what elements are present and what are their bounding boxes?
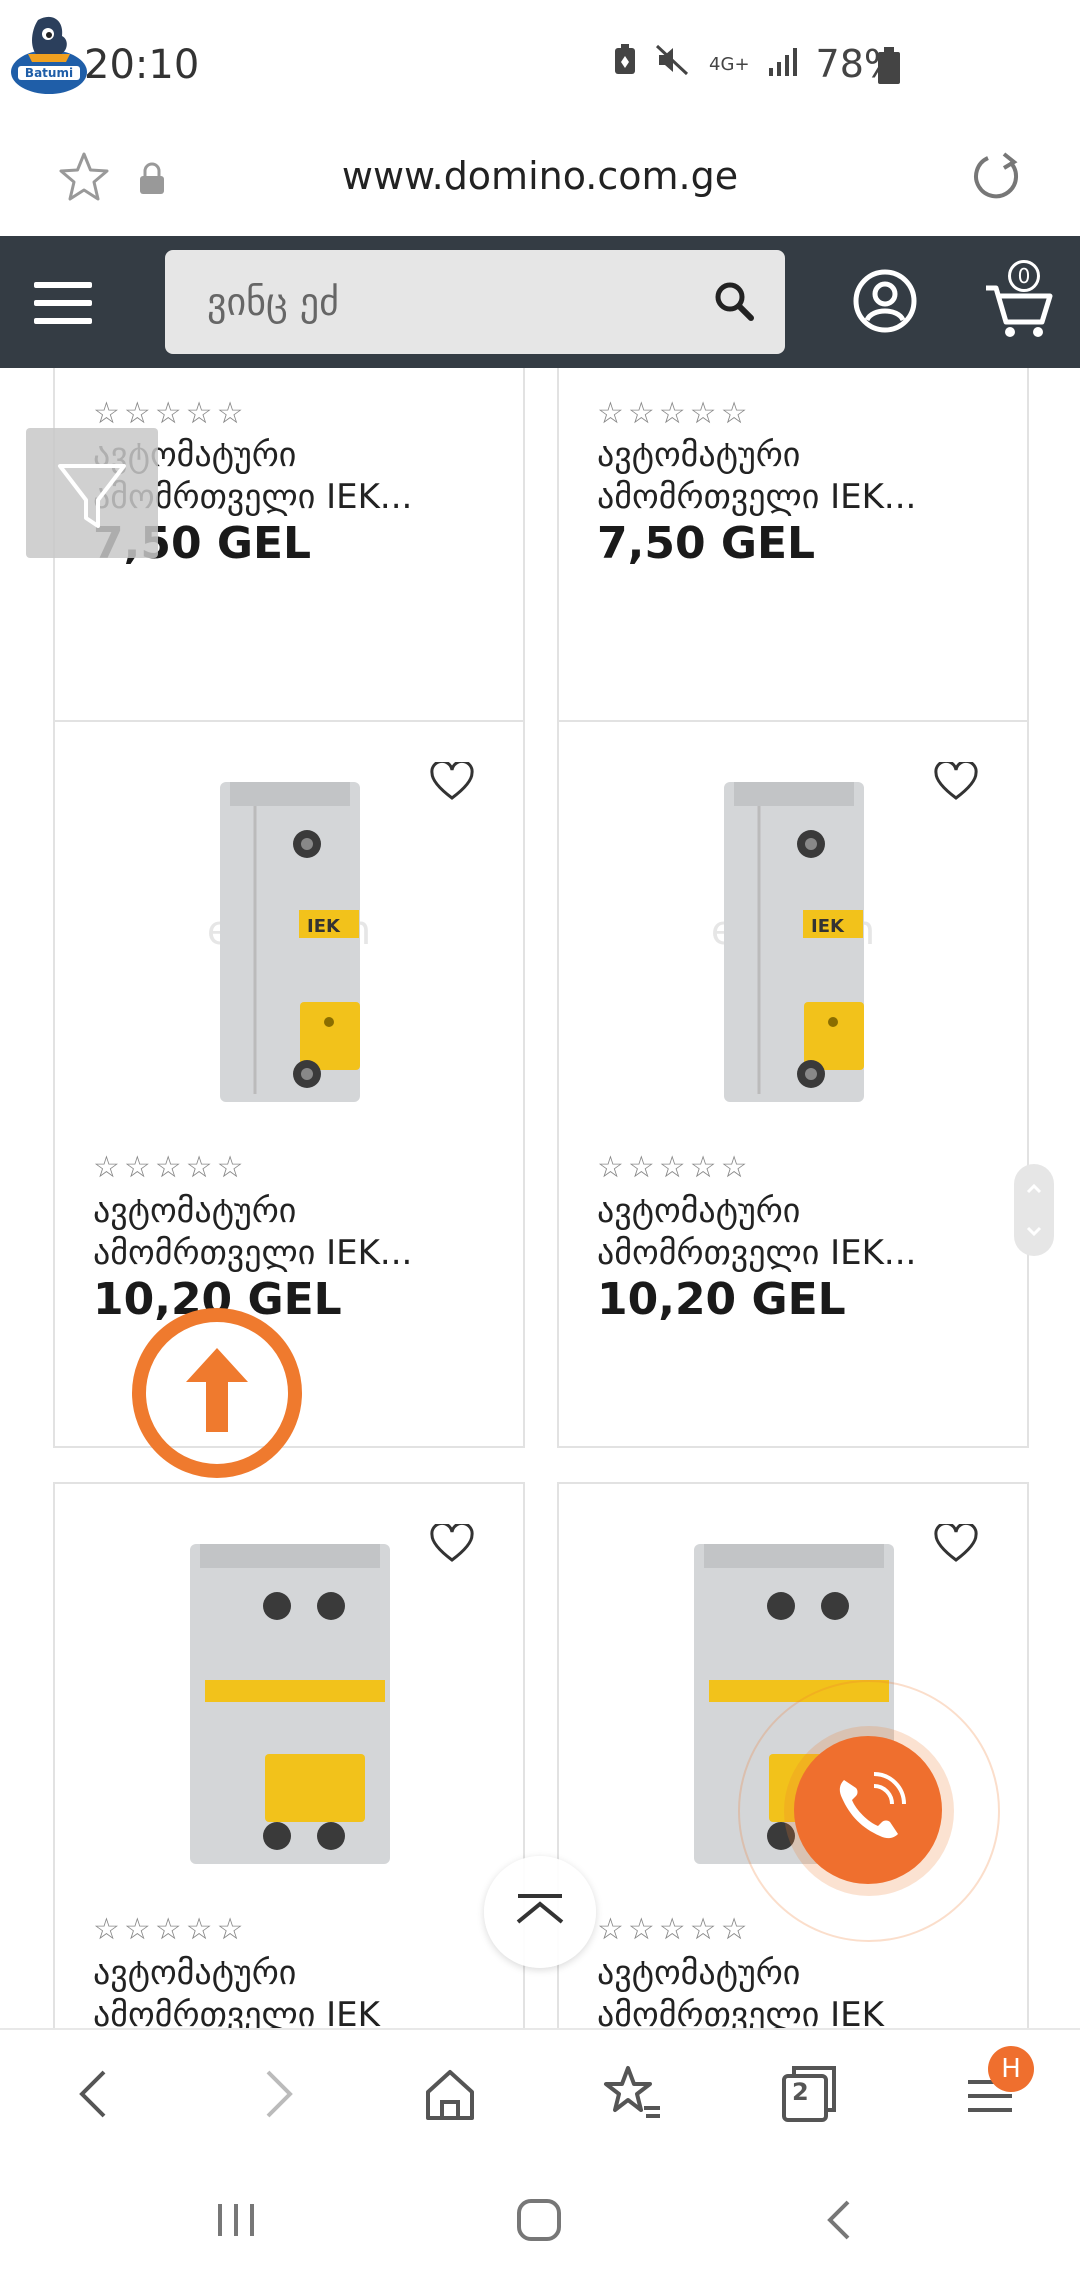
filter-button[interactable] [26,428,158,558]
chevron-left-icon [79,2070,106,2118]
rating-stars: ☆☆☆☆☆ [93,1150,248,1185]
product-title[interactable]: ავტომატური ამომრთველი IEK [597,1952,997,2028]
chevron-right-icon [266,2070,293,2118]
chevron-up-icon [516,1894,564,1924]
tabs-button[interactable]: 2 [780,2062,840,2130]
product-card[interactable]: ☆☆☆☆☆ ავტომატური ამომრთველი IEK [53,1482,525,2028]
svg-text:IEK: IEK [307,916,341,937]
browser-url-bar: www.domino.com.ge [0,130,1080,236]
filter-icon [58,464,126,528]
product-card[interactable]: emarsm IEK ☆☆☆☆☆ ავტომატური ამომრთველი I… [557,720,1029,1448]
rating-stars: ☆☆☆☆☆ [93,1912,248,1947]
svg-text:IEK: IEK [811,916,845,937]
arrow-up-icon [186,1348,248,1432]
bookmarks-button[interactable] [600,2062,664,2130]
url-text[interactable]: www.domino.com.ge [0,154,1080,198]
wishlist-heart-icon[interactable] [430,759,474,806]
product-title[interactable]: ავტომატური ამომრთველი IEK... [597,1190,997,1274]
tabs-icon [782,2066,836,2122]
call-button[interactable] [784,1726,954,1896]
recent-apps-icon[interactable] [212,2200,262,2244]
menu-notification-badge: H [988,2046,1034,2092]
back-nav-icon[interactable] [820,2196,860,2248]
rating-stars: ☆☆☆☆☆ [93,396,248,431]
signal-icon [768,44,798,85]
reload-icon[interactable] [966,148,1026,212]
product-title[interactable]: ავტომატური ამომრთველი IEK... [597,434,997,518]
search-input[interactable] [207,250,707,354]
scroll-handle[interactable] [1014,1164,1054,1256]
product-price: 7,50 GEL [597,518,816,569]
mute-icon [655,44,691,85]
product-title[interactable]: ავტომატური ამომრთველი IEK [93,1952,493,2028]
bookmarks-star-icon [604,2066,660,2118]
tabs-count: 2 [792,2078,809,2106]
scroll-to-top-button[interactable] [484,1856,596,1968]
home-icon [426,2070,474,2120]
home-nav-icon[interactable] [514,2196,564,2248]
cart-button[interactable]: 0 [984,260,1054,340]
scroll-up-arrow-button[interactable] [132,1308,302,1478]
forward-button[interactable] [246,2062,306,2130]
site-header: 0 [0,236,1080,368]
wishlist-heart-icon[interactable] [934,759,978,806]
back-button[interactable] [66,2062,126,2130]
hamburger-menu-icon[interactable] [34,282,92,324]
rating-stars: ☆☆☆☆☆ [597,1912,752,1947]
browser-toolbar: 2 H [0,2028,1080,2158]
network-type: 4G+ [709,53,750,75]
battery-saver-icon [613,43,637,85]
search-box [165,250,785,354]
rating-stars: ☆☆☆☆☆ [597,396,752,431]
logo-text: Batumi [25,66,73,80]
clock: 20:10 [84,42,200,88]
product-price: 10,20 GEL [597,1274,846,1325]
phone-icon [839,1772,906,1839]
product-title[interactable]: ავტომატური ამომრთველი IEK... [93,1190,493,1274]
batumi-logo: Batumi [8,10,90,102]
rating-stars: ☆☆☆☆☆ [597,1150,752,1185]
cart-count-badge: 0 [1008,260,1040,292]
wishlist-heart-icon[interactable] [430,1521,474,1568]
search-icon[interactable] [711,278,757,328]
home-button[interactable] [420,2062,480,2130]
account-icon[interactable] [852,268,918,338]
system-navigation-bar [0,2158,1080,2280]
status-icons: 4G+ 78% [613,42,900,86]
product-card[interactable]: emarsm IEK ☆☆☆☆☆ ავტომატური ამომრთველი I… [53,720,525,1448]
wishlist-heart-icon[interactable] [934,1521,978,1568]
battery-icon [878,47,900,84]
status-bar: Batumi 20:10 4G+ 78% [0,0,1080,130]
